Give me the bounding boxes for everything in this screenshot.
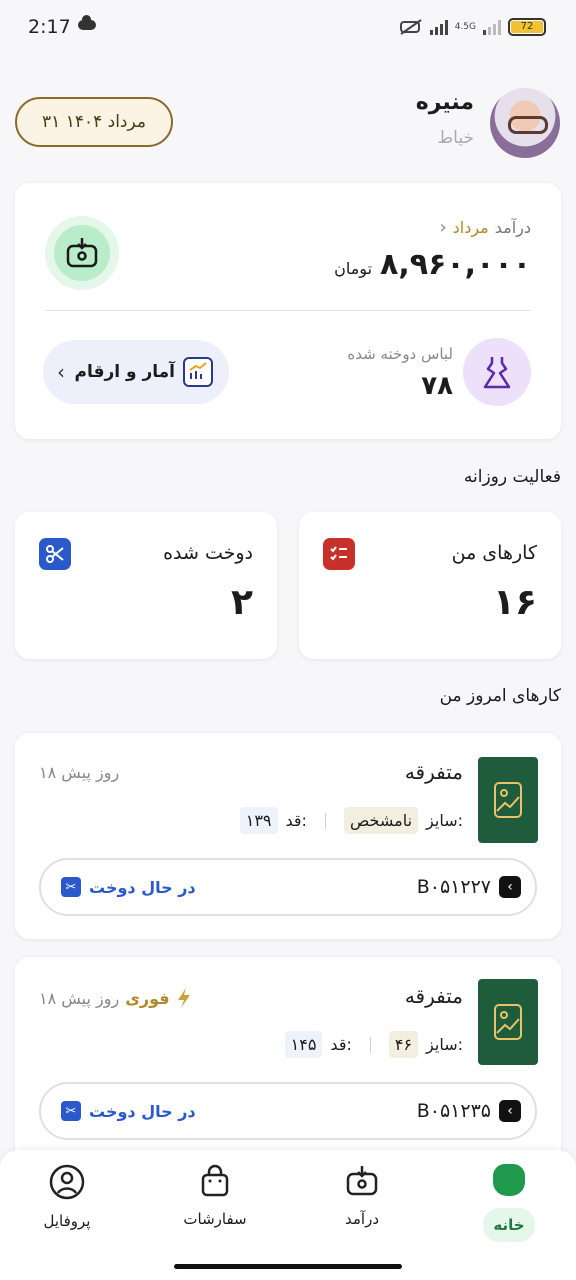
separator [369, 1036, 371, 1053]
scissors-icon [39, 538, 71, 570]
nav-orders[interactable]: سفارشات [165, 1164, 265, 1228]
daily-activity-title: فعالیت روزانه [463, 467, 561, 487]
job-code: B۰۵۱۲۳۵ [416, 1100, 491, 1122]
stats-button[interactable]: ‹ آمار و ارقام [43, 340, 229, 404]
my-tasks-count: ۱۶ [493, 582, 537, 623]
income-currency: تومان [334, 259, 373, 278]
signal-icon [429, 19, 448, 35]
status-icons: 4.5G 72 [399, 18, 546, 36]
my-tasks-title: کارهای من [451, 542, 537, 564]
sewn-card[interactable]: دوخت شده ۲ [15, 512, 277, 659]
lightning-icon [177, 988, 190, 1008]
job-meta: سایز: نامشخص قد: ۱۳۹ [239, 807, 463, 834]
nav-orders-label: سفارشات [183, 1210, 247, 1228]
user-name: منیره [415, 90, 474, 115]
income-amount: ۸,۹۶۰,۰۰۰ [380, 247, 531, 282]
job-code: B۰۵۱۲۲۷ [416, 876, 491, 898]
sewn-count: ۲ [231, 582, 253, 623]
height-value: ۱۴۵ [284, 1031, 323, 1058]
job-ago: ۱۸ روز پیش [39, 988, 120, 1008]
income-label: درآمد [494, 218, 531, 237]
stats-button-label: آمار و ارقام [74, 362, 175, 382]
status-bar: 2:17 4.5G 72 [0, 0, 576, 58]
job-meta: سایز: ۴۶ قد: ۱۴۵ [284, 1031, 463, 1058]
image-placeholder-icon [478, 979, 538, 1065]
urgent-label: فوری [125, 988, 170, 1008]
job-status-bar[interactable]: ✂ در حال دوخت B۰۵۱۲۳۵ ‹ [39, 1082, 537, 1140]
chevron-left-icon: ‹ [439, 217, 447, 238]
nav-income-label: درآمد [345, 1210, 379, 1228]
wallet-download-icon [346, 1166, 378, 1196]
height-label: قد: [285, 811, 307, 830]
income-icon [45, 216, 119, 290]
income-header[interactable]: درآمد مرداد ‹ [439, 217, 531, 238]
chart-icon [183, 357, 213, 387]
job-status-label: در حال دوخت [89, 877, 196, 897]
scissors-icon: ✂ [61, 877, 81, 897]
size-label: سایز: [426, 811, 463, 830]
job-ago: ۱۸ روز پیش [39, 763, 120, 782]
nav-home[interactable]: خانه [459, 1164, 559, 1242]
height-label: قد: [330, 1035, 352, 1054]
job-card[interactable]: متفرقه ۱۸ روز پیش سایز: نامشخص قد: ۱۳۹ ✂… [15, 733, 561, 939]
income-amount-row: تومان ۸,۹۶۰,۰۰۰ [334, 247, 531, 282]
income-card[interactable]: درآمد مرداد ‹ تومان ۸,۹۶۰,۰۰۰ لباس دوخته… [15, 183, 561, 439]
mute-icon [399, 19, 422, 35]
job-status-bar[interactable]: ✂ در حال دوخت B۰۵۱۲۲۷ ‹ [39, 858, 537, 916]
job-code-row: B۰۵۱۲۲۷ ‹ [417, 876, 521, 898]
job-code-row: B۰۵۱۲۳۵ ‹ [417, 1100, 521, 1122]
job-status-label: در حال دوخت [89, 1101, 196, 1121]
dress-icon [463, 338, 531, 406]
job-status: ✂ در حال دوخت [61, 877, 196, 897]
signal-icon-2 [483, 19, 501, 35]
user-role: خیاط [437, 128, 474, 148]
network-type: 4.5G [454, 21, 476, 32]
home-icon [493, 1164, 525, 1196]
job-card[interactable]: متفرقه ۱۸ روز پیش فوری سایز: ۴۶ قد: ۱۴۵ … [15, 957, 561, 1163]
height-value: ۱۳۹ [239, 807, 278, 834]
job-title: متفرقه [404, 984, 463, 1008]
my-tasks-card[interactable]: کارهای من ۱۶ [299, 512, 561, 659]
chevron-left-icon: ‹ [57, 360, 65, 384]
job-status: ✂ در حال دوخت [61, 1101, 196, 1121]
separator [324, 812, 326, 829]
income-month: مرداد [452, 218, 489, 237]
today-jobs-title: کارهای امروز من [439, 686, 561, 706]
sewn-title: دوخت شده [163, 542, 253, 564]
bottom-nav: خانه درآمد سفارشات پروفایل [0, 1150, 576, 1256]
size-label: سایز: [426, 1035, 463, 1054]
nav-profile-label: پروفایل [43, 1212, 91, 1230]
status-time: 2:17 [28, 16, 71, 38]
job-time: ۱۸ روز پیش فوری [39, 987, 192, 1009]
shopping-bag-icon [201, 1164, 229, 1197]
chevron-left-icon: ‹ [499, 1100, 521, 1122]
size-value: نامشخص [343, 807, 419, 834]
nav-profile[interactable]: پروفایل [17, 1164, 117, 1230]
size-value: ۴۶ [388, 1031, 419, 1058]
scissors-icon: ✂ [61, 1101, 81, 1121]
nav-income[interactable]: درآمد [312, 1164, 412, 1228]
sewn-clothes-label: لباس دوخته شده [347, 345, 453, 363]
job-time: ۱۸ روز پیش [39, 763, 119, 782]
divider [45, 310, 531, 311]
avatar[interactable] [490, 88, 560, 158]
checklist-icon [323, 538, 355, 570]
wallet-download-icon [66, 238, 98, 268]
nav-home-label: خانه [483, 1208, 535, 1242]
battery-level: 72 [511, 21, 543, 33]
image-placeholder-icon [478, 757, 538, 843]
job-title: متفرقه [404, 760, 463, 784]
home-indicator[interactable] [174, 1264, 402, 1269]
date-badge: ۳۱ مرداد ۱۴۰۴ [15, 97, 173, 147]
cloud-icon [78, 15, 96, 30]
sewn-clothes-count: ۷۸ [421, 371, 453, 401]
battery-icon: 72 [508, 18, 546, 36]
user-circle-icon [49, 1164, 85, 1200]
chevron-left-icon: ‹ [499, 876, 521, 898]
